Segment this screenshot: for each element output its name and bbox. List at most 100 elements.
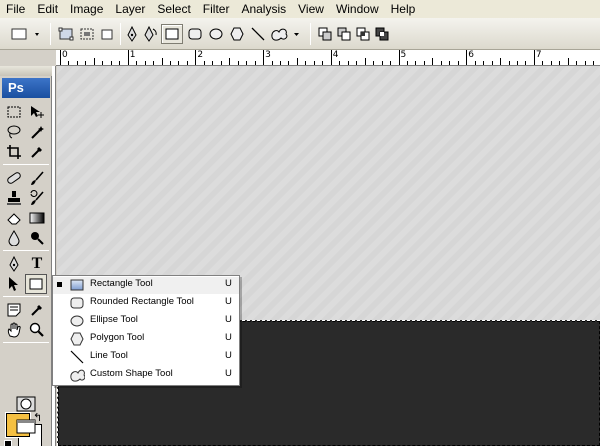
eraser-icon: [7, 213, 21, 225]
clone-stamp-tool[interactable]: [3, 188, 25, 208]
blur-tool[interactable]: [3, 228, 25, 248]
gradient-tool[interactable]: [26, 208, 48, 228]
combine-mode-intersect[interactable]: [354, 24, 372, 44]
marquee-icon: [7, 106, 21, 118]
ellipse-icon: [69, 314, 85, 328]
ruler-label: 4: [332, 50, 339, 60]
eraser-tool[interactable]: [3, 208, 25, 228]
flyout-item-polygon[interactable]: Polygon Tool U: [53, 331, 239, 348]
gradient-icon: [29, 212, 45, 224]
menu-select[interactable]: Select: [151, 0, 196, 18]
pen-tool-button[interactable]: [124, 24, 140, 44]
combine-mode-subtract[interactable]: [335, 24, 353, 44]
ruler-minor-tick: [212, 61, 214, 65]
menu-window[interactable]: Window: [330, 0, 385, 18]
bandage-icon: [7, 172, 21, 184]
history-brush-icon: [30, 190, 44, 205]
ruler-minor-tick: [153, 61, 155, 65]
ellipse-button[interactable]: [206, 24, 226, 44]
healing-brush-tool[interactable]: [3, 168, 25, 188]
ruler-minor-tick: [271, 61, 273, 65]
combine-mode-new[interactable]: [316, 24, 334, 44]
hand-tool[interactable]: [3, 320, 25, 340]
line-button[interactable]: [248, 24, 268, 44]
fill-pixels-icon: [101, 29, 113, 40]
quick-selection-tool[interactable]: [26, 122, 48, 142]
notes-tool[interactable]: [3, 300, 25, 320]
flyout-item-ellipse[interactable]: Ellipse Tool U: [53, 313, 239, 330]
quick-mask-button[interactable]: [14, 394, 38, 414]
toolbox-grip[interactable]: [0, 66, 52, 76]
ruler-minor-tick: [161, 58, 163, 65]
ruler-minor-tick: [76, 61, 78, 65]
dodge-tool[interactable]: [26, 228, 48, 248]
marquee-tool[interactable]: [3, 102, 25, 122]
polygon-icon: [69, 332, 85, 346]
rounded-rectangle-button[interactable]: [185, 24, 205, 44]
line-icon: [251, 27, 265, 41]
combine-mode-exclude[interactable]: [373, 24, 391, 44]
menu-edit[interactable]: Edit: [31, 0, 64, 18]
custom-shape-button[interactable]: [269, 24, 303, 44]
menu-filter[interactable]: Filter: [197, 0, 236, 18]
default-colors-icon[interactable]: [4, 440, 12, 446]
flyout-item-custom-shape[interactable]: Custom Shape Tool U: [53, 367, 239, 384]
menu-image[interactable]: Image: [64, 0, 109, 18]
fill-pixels-button[interactable]: [98, 24, 116, 44]
menu-analysis[interactable]: Analysis: [235, 0, 292, 18]
zoom-tool[interactable]: [26, 320, 48, 340]
ruler-major-tick: [398, 50, 400, 65]
ruler-major-tick: [330, 50, 332, 65]
screen-mode-button[interactable]: [14, 416, 38, 436]
ruler-label: 5: [400, 50, 407, 60]
combine-add-icon: [318, 27, 332, 41]
shape-tool[interactable]: [25, 274, 47, 294]
menu-help[interactable]: Help: [385, 0, 422, 18]
path-selection-tool[interactable]: [3, 274, 25, 294]
lasso-tool[interactable]: [3, 122, 25, 142]
separator: [120, 23, 121, 45]
brush-tool[interactable]: [26, 168, 48, 188]
type-icon: T: [31, 255, 43, 272]
photoshop-logo[interactable]: Ps: [2, 78, 50, 98]
ruler-minor-tick: [254, 61, 256, 65]
type-tool[interactable]: T: [26, 254, 48, 274]
ruler-major-tick: [127, 50, 129, 65]
ruler-minor-tick: [491, 61, 493, 65]
paths-button[interactable]: [77, 24, 97, 44]
eyedropper-tool[interactable]: [26, 142, 48, 162]
custom-shape-icon: [271, 28, 299, 41]
shape-layers-button[interactable]: [56, 24, 76, 44]
ruler-minor-tick: [550, 61, 552, 65]
ruler-minor-tick: [305, 61, 307, 65]
polygon-button[interactable]: [227, 24, 247, 44]
menu-file[interactable]: File: [0, 0, 31, 18]
crop-icon: [7, 145, 21, 159]
eyedropper-tool-2[interactable]: [26, 300, 48, 320]
freeform-pen-button[interactable]: [142, 24, 160, 44]
horizontal-ruler[interactable]: 0 1 2 3 4 5 6 7: [56, 50, 600, 66]
menu-view[interactable]: View: [292, 0, 330, 18]
ruler-minor-tick: [449, 61, 451, 65]
rounded-rectangle-icon: [188, 28, 202, 40]
crop-tool[interactable]: [3, 142, 25, 162]
magic-wand-icon: [31, 126, 44, 139]
flyout-item-rounded-rectangle[interactable]: Rounded Rectangle Tool U: [53, 295, 239, 312]
move-tool[interactable]: [26, 102, 48, 122]
ruler-minor-tick: [237, 61, 239, 65]
magnifier-icon: [29, 322, 44, 337]
menu-bar: File Edit Image Layer Select Filter Anal…: [0, 0, 600, 18]
tool-preset-picker[interactable]: [6, 24, 44, 44]
menu-layer[interactable]: Layer: [109, 0, 151, 18]
eyedropper-icon: [31, 147, 42, 158]
ruler-label: 0: [62, 50, 68, 60]
vertical-ruler[interactable]: [52, 66, 56, 446]
ruler-minor-tick: [136, 61, 138, 65]
combine-intersect-icon: [356, 27, 370, 41]
flyout-item-line[interactable]: Line Tool U: [53, 349, 239, 366]
rectangle-shape-button[interactable]: [161, 24, 183, 44]
history-brush-tool[interactable]: [26, 188, 48, 208]
pen-tool[interactable]: [3, 254, 25, 274]
flyout-item-rectangle[interactable]: Rectangle Tool U: [53, 277, 239, 294]
flyout-item-shortcut: U: [225, 368, 232, 379]
